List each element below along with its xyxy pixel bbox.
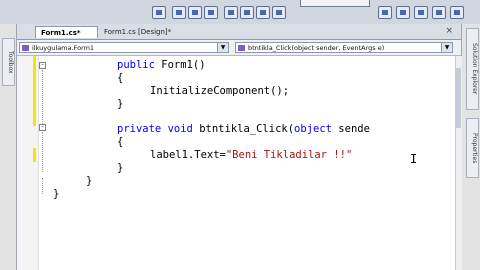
toolbar-button-icon[interactable] — [188, 6, 202, 19]
properties-tab[interactable]: Properties — [466, 118, 479, 178]
class-combo[interactable]: ilkuygulama.Form1 ▼ — [19, 42, 229, 53]
outline-guide — [42, 132, 44, 172]
code-text: sende — [331, 123, 370, 135]
tab-form1-code[interactable]: Form1.cs* — [35, 26, 98, 38]
toolbar-button-icon[interactable] — [224, 6, 238, 19]
code-line: } — [53, 188, 60, 200]
toolbar-button-icon[interactable] — [204, 6, 218, 19]
changed-line-marker — [33, 56, 36, 126]
left-dock: Toolbox — [0, 24, 17, 270]
toolbar — [0, 0, 480, 25]
tab-form1-design[interactable]: Form1.cs [Design]* — [99, 26, 191, 38]
class-combo-value: ilkuygulama.Form1 — [32, 44, 95, 52]
code-line: label1.Text="Beni Tikladilar !!" — [150, 149, 352, 162]
document-tab-strip: Form1.cs* Form1.cs [Design]* × — [17, 24, 461, 40]
code-line: private void btntikla_Click(object sende — [117, 123, 370, 136]
solution-explorer-tab[interactable]: Solution Explorer — [466, 28, 479, 110]
code-line: } — [117, 98, 124, 110]
code-text: Form1() — [154, 59, 206, 71]
outline-guide — [42, 70, 44, 124]
outline-guide — [42, 178, 44, 194]
toolbar-button-icon[interactable] — [450, 6, 464, 19]
keyword: private — [117, 123, 162, 135]
toolbar-button-icon[interactable] — [378, 6, 392, 19]
class-icon — [22, 45, 29, 51]
chevron-down-icon[interactable]: ▼ — [441, 43, 452, 52]
toolbar-button-icon[interactable] — [256, 6, 270, 19]
keyword: public — [117, 59, 155, 71]
navigation-bar: ilkuygulama.Form1 ▼ btntikla_Click(objec… — [17, 40, 461, 56]
member-combo[interactable]: btntikla_Click(object sender, EventArgs … — [235, 42, 453, 53]
code-line: { — [117, 72, 124, 84]
string-literal: "Beni Tikladilar !!" — [225, 149, 353, 161]
text-cursor-icon: I — [410, 152, 418, 166]
code-line: } — [117, 162, 124, 174]
toolbar-button-icon[interactable] — [414, 6, 428, 19]
code-text: label1.Text= — [150, 149, 226, 161]
code-line: public Form1() — [117, 59, 206, 72]
fold-toggle-icon[interactable]: - — [39, 62, 46, 69]
close-icon[interactable]: × — [445, 26, 453, 36]
toolbar-button-icon[interactable] — [152, 6, 166, 19]
keyword: object — [294, 123, 332, 135]
toolbar-button-icon[interactable] — [432, 6, 446, 19]
fold-toggle-icon[interactable]: - — [39, 124, 46, 131]
toolbar-button-icon[interactable] — [172, 6, 186, 19]
scrollbar-thumb[interactable] — [456, 68, 461, 128]
right-dock: Solution Explorer Properties — [461, 24, 480, 270]
code-line: { — [117, 136, 124, 148]
code-line: InitializeComponent(); — [150, 85, 290, 97]
toolbar-button-icon[interactable] — [272, 6, 286, 19]
keyword: void — [167, 123, 193, 135]
method-icon — [238, 45, 245, 51]
toolbar-button-icon[interactable] — [240, 6, 254, 19]
changed-line-marker — [33, 148, 36, 162]
member-combo-value: btntikla_Click(object sender, EventArgs … — [248, 44, 385, 52]
toolbar-button-icon[interactable] — [396, 6, 410, 19]
chevron-down-icon[interactable]: ▼ — [217, 43, 228, 52]
code-line: } — [86, 175, 93, 187]
toolbox-tab[interactable]: Toolbox — [2, 38, 15, 86]
toolbar-combo[interactable] — [300, 0, 370, 7]
code-text: btntikla_Click( — [192, 123, 295, 135]
